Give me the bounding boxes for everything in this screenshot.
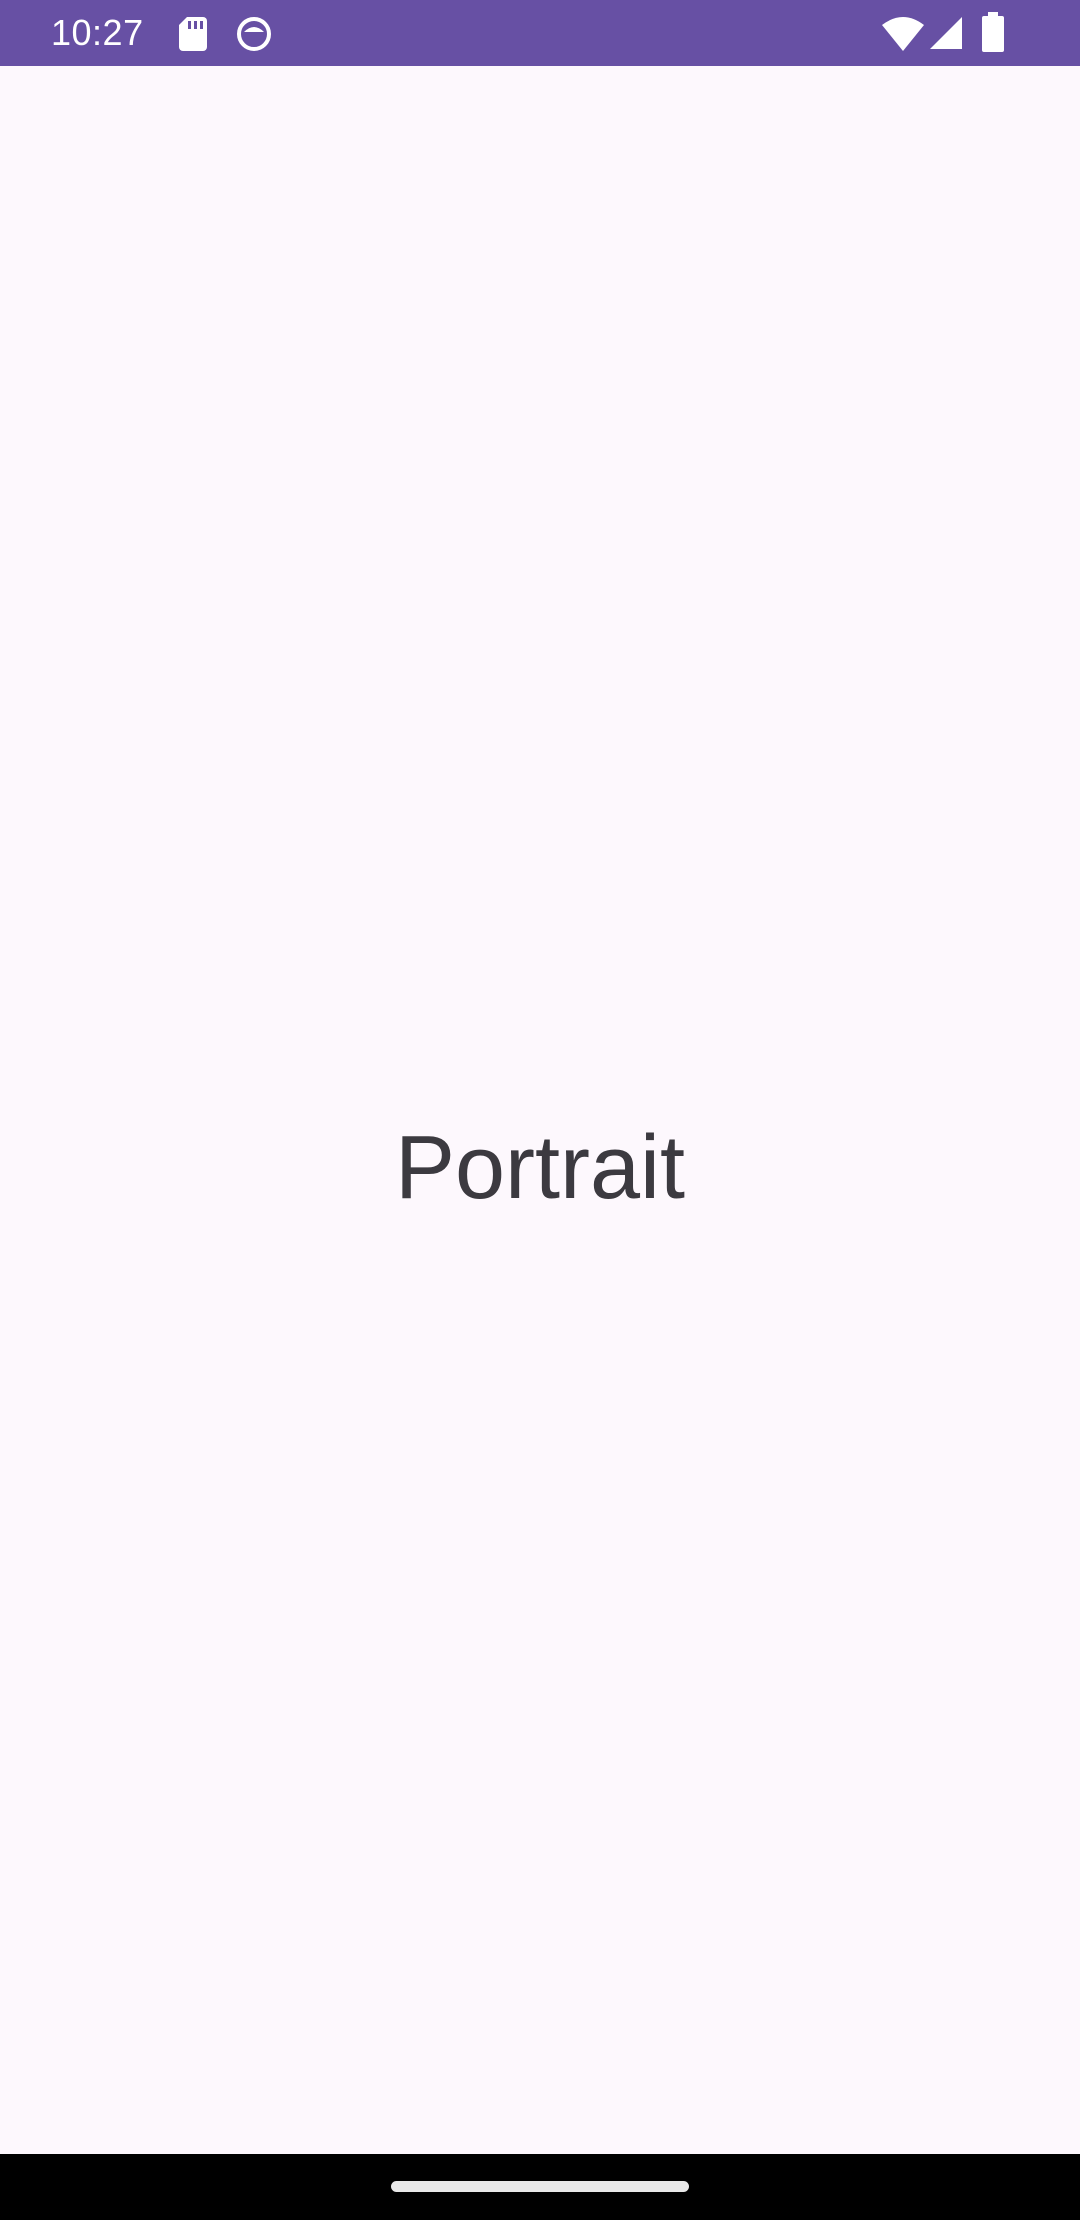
status-bar: 10:27 (0, 0, 1080, 66)
wifi-icon (882, 17, 924, 51)
home-gesture-handle[interactable] (391, 2181, 689, 2192)
sync-icon (237, 17, 271, 51)
orientation-label: Portrait (394, 1118, 686, 1218)
navigation-bar (0, 2154, 1080, 2220)
app-screen: 10:27 Portrait (0, 0, 1080, 2220)
status-time: 10:27 (51, 12, 144, 53)
sd-card-icon (179, 17, 207, 51)
signal-icon (930, 17, 962, 49)
battery-icon (982, 12, 1004, 52)
main-content: Portrait (0, 66, 1080, 2154)
